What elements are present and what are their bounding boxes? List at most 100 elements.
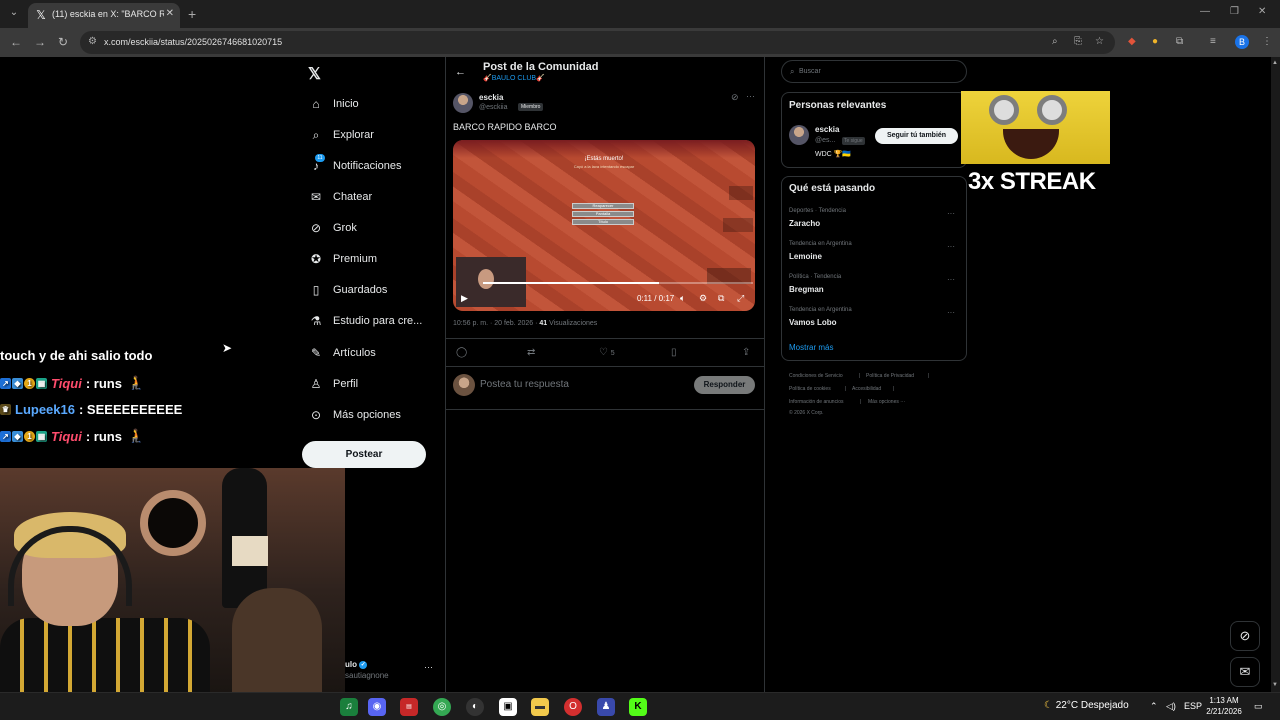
footer-link[interactable]: Información de anuncios (789, 399, 843, 405)
clock-time[interactable]: 1:13 AM (1205, 696, 1243, 705)
fullscreen-icon[interactable]: ⤢ (737, 293, 744, 304)
trend-name[interactable]: Bregman (789, 285, 824, 294)
bookmark-icon[interactable]: ▯ (671, 347, 677, 358)
reply-icon[interactable]: ◯ (456, 347, 467, 358)
opera-icon[interactable]: O (564, 698, 582, 716)
footer-link[interactable]: Accesibilidad (852, 386, 881, 392)
nav-item-articles[interactable]: ✎ Artículos (309, 342, 376, 364)
footer-link[interactable]: Condiciones de Servicio (789, 373, 843, 379)
trend-name[interactable]: Vamos Lobo (789, 318, 837, 327)
reply-input[interactable]: Postea tu respuesta (480, 379, 569, 390)
author-name[interactable]: esckia (479, 93, 503, 102)
app-icon[interactable]: ▣ (499, 698, 517, 716)
video-player[interactable]: ¡Estás muerto! Cayó a la lava intentando… (453, 140, 755, 311)
close-window-icon[interactable]: ✕ (1258, 6, 1266, 17)
discord-icon[interactable]: ◉ (368, 698, 386, 716)
obs-icon[interactable]: ◐ (466, 698, 484, 716)
tab-search-dropdown-icon[interactable]: ⌄ (6, 5, 22, 21)
post-timestamp[interactable]: 10:56 p. m. · 20 feb. 2026 · (453, 320, 539, 327)
scroll-down-icon[interactable]: ▼ (1272, 682, 1278, 688)
footer-link[interactable]: Política de cookies (789, 386, 831, 392)
account-more-icon[interactable]: ··· (424, 662, 433, 672)
search-input[interactable]: ⌕ Buscar (781, 60, 967, 83)
tray-chevron-icon[interactable]: ⌃ (1150, 701, 1158, 712)
extension-color-icon[interactable]: ● (1152, 36, 1158, 47)
bookmark-star-icon[interactable]: ☆ (1095, 36, 1104, 47)
relevant-avatar[interactable] (789, 125, 809, 145)
trend-name[interactable]: Lemoine (789, 252, 822, 261)
nav-item-notifications[interactable]: ♪ 11 Notificaciones (309, 154, 401, 177)
new-tab-icon[interactable]: + (188, 6, 196, 22)
post-button[interactable]: Postear (302, 441, 426, 468)
reply-button[interactable]: Responder (694, 376, 755, 394)
author-avatar[interactable] (453, 93, 473, 113)
nav-item-explore[interactable]: ⌕ Explorar (309, 124, 374, 146)
trend-more-icon[interactable]: ··· (947, 275, 955, 284)
webcam-overlay (0, 468, 345, 692)
account-switcher[interactable]: ulo ✓ (345, 660, 368, 669)
grok-icon[interactable]: ⊘ (731, 92, 739, 103)
scroll-up-icon[interactable]: ▲ (1272, 60, 1278, 66)
reload-icon[interactable]: ↻ (58, 35, 68, 49)
page-scrollbar[interactable] (1271, 57, 1280, 692)
trend-more-icon[interactable]: ··· (947, 308, 955, 317)
trend-name[interactable]: Zaracho (789, 219, 820, 228)
play-icon[interactable]: ▶ (461, 293, 468, 304)
nav-item-bookmarks[interactable]: ▯ Guardados (309, 279, 388, 301)
app-icon[interactable]: ♟ (597, 698, 615, 716)
address-bar[interactable]: ⚙ x.com/esckiia/status/20250267466810207… (80, 31, 1115, 54)
back-icon[interactable]: ← (10, 35, 22, 49)
nav-item-creator-studio[interactable]: ⚗ Estudio para cre... (309, 310, 423, 332)
grok-fab-icon[interactable]: ⊘ (1230, 621, 1260, 651)
volume-icon[interactable]: 🔈︎ (680, 293, 685, 304)
minimize-icon[interactable]: — (1200, 6, 1210, 17)
nav-item-home[interactable]: ⌂ Inicio (309, 93, 358, 115)
crop-icon[interactable]: ⧉ (718, 293, 724, 304)
nav-item-chat[interactable]: ✉ Chatear (309, 186, 372, 208)
footer-more[interactable]: Más opciones ··· (868, 399, 905, 405)
volume-tray-icon[interactable]: ◁) (1166, 701, 1176, 712)
messages-fab-icon[interactable]: ✉ (1230, 657, 1260, 687)
media-controls-icon[interactable]: ≡ (1210, 36, 1216, 47)
weather-widget[interactable]: ☾ 22°C Despejado (1044, 700, 1129, 711)
show-more-link[interactable]: Mostrar más (789, 343, 833, 352)
app-icon[interactable]: ▤ (400, 698, 418, 716)
back-arrow-icon[interactable]: ← (455, 66, 466, 78)
nav-item-premium[interactable]: ✪ Premium (309, 248, 377, 270)
author-handle[interactable]: @esckiia (479, 104, 508, 111)
community-name[interactable]: 🎸BAULO CLUB🎸 (483, 74, 545, 82)
repost-icon[interactable]: ⇄ (527, 347, 535, 358)
trend-more-icon[interactable]: ··· (947, 209, 955, 218)
browser-menu-icon[interactable]: ⋮ (1262, 36, 1272, 47)
extension-icon[interactable]: ◆ (1128, 36, 1136, 47)
install-icon[interactable]: ⎘ (1074, 36, 1082, 47)
post-more-icon[interactable]: ··· (746, 91, 755, 101)
browser-tab-active[interactable]: 𝕏 (11) esckia en X: "BARCO RAPIDO ✕ (28, 3, 180, 28)
footer-link[interactable]: Política de Privacidad (866, 373, 914, 379)
relevant-name[interactable]: esckia (815, 125, 839, 134)
zoom-icon[interactable]: ⌕ (1052, 36, 1058, 47)
kick-icon[interactable]: K (629, 698, 647, 716)
folder-icon[interactable]: ▬ (531, 698, 549, 716)
chrome-icon[interactable]: ◎ (433, 698, 451, 716)
settings-icon[interactable]: ⚙ (699, 293, 707, 304)
forward-icon[interactable]: → (34, 35, 46, 49)
tab-close-icon[interactable]: ✕ (166, 8, 174, 19)
nav-item-profile[interactable]: ♙ Perfil (309, 373, 358, 395)
share-icon[interactable]: ⇪ (742, 347, 750, 358)
trend-more-icon[interactable]: ··· (947, 242, 955, 251)
follow-button[interactable]: Seguir tú también (875, 128, 958, 144)
notifications-tray-icon[interactable]: ▭ (1254, 701, 1263, 712)
nav-item-grok[interactable]: ⊘ Grok (309, 217, 357, 239)
x-logo-icon[interactable]: 𝕏 (308, 64, 321, 84)
video-progress-bar[interactable] (483, 282, 753, 284)
nav-item-more[interactable]: ⊙ Más opciones (309, 404, 401, 426)
like-button[interactable]: ♡ 5 (599, 347, 615, 358)
maximize-icon[interactable]: ❐ (1230, 6, 1239, 17)
language-indicator[interactable]: ESP (1184, 701, 1202, 711)
site-info-icon[interactable]: ⚙ (88, 36, 97, 47)
profile-avatar-icon[interactable]: B (1235, 35, 1249, 49)
extensions-puzzle-icon[interactable]: ⧉ (1176, 36, 1183, 47)
clock-date[interactable]: 2/21/2026 (1205, 707, 1243, 716)
spotify-icon[interactable]: ♫ (340, 698, 358, 716)
